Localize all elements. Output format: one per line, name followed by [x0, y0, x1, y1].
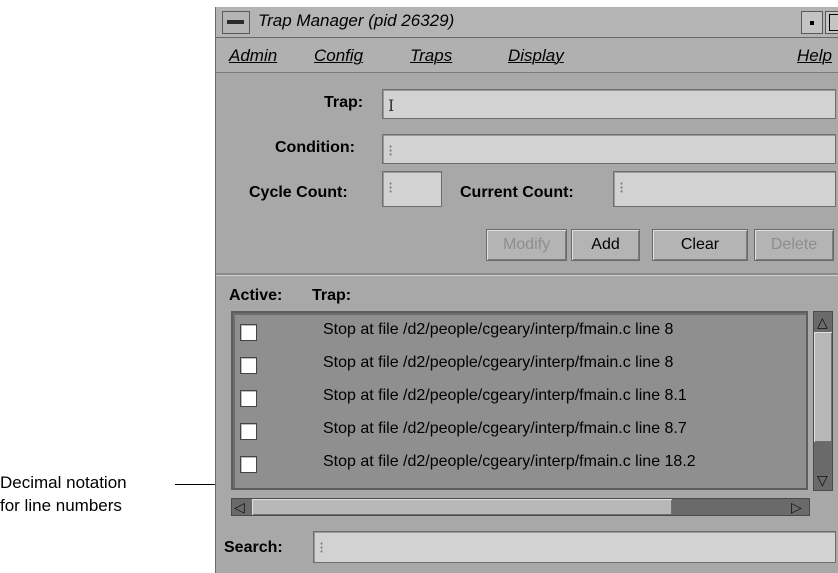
active-column-header: Active:: [229, 287, 283, 304]
menu-display[interactable]: Display: [508, 46, 564, 66]
text-cursor-icon: ⁝: [388, 178, 394, 197]
active-checkbox[interactable]: [240, 456, 257, 473]
maximize-button[interactable]: [825, 11, 838, 34]
modify-button[interactable]: Modify: [486, 229, 567, 261]
vertical-scrollbar[interactable]: △ ▽: [813, 311, 833, 491]
trap-list[interactable]: Stop at file /d2/people/cgeary/interp/fm…: [231, 311, 808, 490]
cycle-count-label: Cycle Count:: [249, 184, 348, 201]
trap-label: Trap:: [324, 94, 364, 111]
list-item[interactable]: Stop at file /d2/people/cgeary/interp/fm…: [233, 350, 806, 380]
menu-bar: Admin Config Traps Display Help: [216, 38, 838, 73]
search-label: Search:: [224, 539, 283, 556]
text-cursor-icon: ⁝: [388, 141, 394, 160]
menu-admin[interactable]: Admin: [229, 46, 277, 66]
text-cursor-icon: ⁝: [319, 538, 325, 557]
vertical-scroll-thumb[interactable]: [814, 332, 832, 442]
trap-description: Stop at file /d2/people/cgeary/interp/fm…: [323, 420, 687, 437]
condition-label: Condition:: [275, 139, 355, 156]
scroll-up-arrow-icon[interactable]: △: [817, 315, 828, 329]
menu-help[interactable]: Help: [797, 46, 832, 66]
list-item[interactable]: Stop at file /d2/people/cgeary/interp/fm…: [233, 449, 806, 479]
trap-description: Stop at file /d2/people/cgeary/interp/fm…: [323, 321, 674, 338]
menu-config[interactable]: Config: [314, 46, 363, 66]
window-menu-icon: [227, 20, 244, 24]
active-checkbox[interactable]: [240, 324, 257, 341]
trap-description: Stop at file /d2/people/cgeary/interp/fm…: [323, 453, 696, 470]
trap-description: Stop at file /d2/people/cgeary/interp/fm…: [323, 387, 687, 404]
list-item[interactable]: Stop at file /d2/people/cgeary/interp/fm…: [233, 383, 806, 413]
current-count-input[interactable]: ⁝: [613, 171, 836, 207]
window-title: Trap Manager (pid 26329): [258, 11, 455, 30]
trap-description: Stop at file /d2/people/cgeary/interp/fm…: [323, 354, 674, 371]
active-checkbox[interactable]: [240, 357, 257, 374]
current-count-label: Current Count:: [460, 184, 574, 201]
delete-button[interactable]: Delete: [754, 229, 834, 261]
scroll-right-arrow-icon[interactable]: ▷: [791, 500, 802, 514]
horizontal-scroll-thumb[interactable]: [252, 499, 672, 515]
trap-input[interactable]: I: [382, 89, 836, 119]
minimize-button[interactable]: [801, 11, 823, 34]
cycle-count-input[interactable]: ⁝: [382, 171, 442, 207]
clear-button[interactable]: Clear: [652, 229, 748, 261]
list-item[interactable]: Stop at file /d2/people/cgeary/interp/fm…: [233, 317, 806, 347]
maximize-icon: [829, 14, 838, 31]
annotation-line-2: for line numbers: [0, 496, 122, 515]
title-bar[interactable]: Trap Manager (pid 26329): [216, 7, 838, 38]
trap-manager-window: Trap Manager (pid 26329) Admin Config Tr…: [215, 7, 838, 573]
trap-column-header: Trap:: [312, 287, 352, 304]
text-cursor-icon: I: [388, 96, 395, 115]
condition-input[interactable]: ⁝: [382, 134, 836, 164]
search-input[interactable]: ⁝: [313, 531, 836, 563]
menu-traps[interactable]: Traps: [410, 46, 452, 66]
window-menu-button[interactable]: [222, 11, 250, 34]
minimize-icon: [810, 21, 814, 25]
text-cursor-icon: ⁝: [619, 178, 625, 197]
add-button[interactable]: Add: [571, 229, 640, 261]
active-checkbox[interactable]: [240, 390, 257, 407]
list-item[interactable]: Stop at file /d2/people/cgeary/interp/fm…: [233, 416, 806, 446]
scroll-down-arrow-icon[interactable]: ▽: [817, 473, 828, 487]
section-divider: [216, 273, 838, 276]
active-checkbox[interactable]: [240, 423, 257, 440]
annotation-line-1: Decimal notation: [0, 473, 127, 492]
horizontal-scrollbar[interactable]: ◁ ▷: [231, 498, 810, 516]
scroll-left-arrow-icon[interactable]: ◁: [234, 500, 245, 514]
